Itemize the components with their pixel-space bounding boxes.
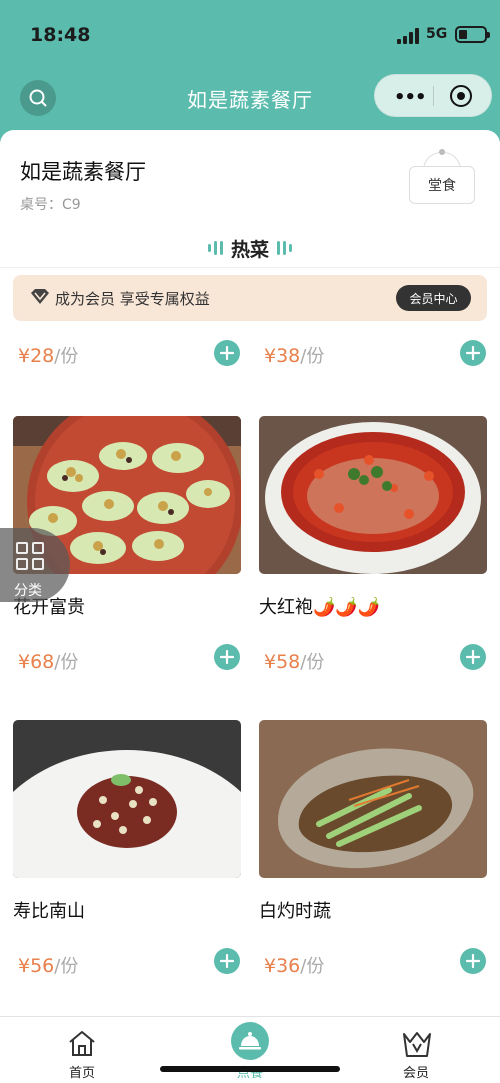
plus-icon xyxy=(220,650,234,664)
currency-symbol: ¥ xyxy=(264,651,277,673)
crown-icon xyxy=(403,1032,431,1057)
battery-icon xyxy=(455,26,490,43)
dish-name: 大红袍🌶️🌶️🌶️ xyxy=(259,597,381,618)
price-amount: 68 xyxy=(30,651,55,673)
network-type: 5G xyxy=(426,26,448,42)
add-to-cart-button[interactable] xyxy=(214,948,240,974)
dish-image[interactable] xyxy=(259,720,487,878)
price: ¥36/份 xyxy=(264,952,324,978)
close-miniprogram-icon[interactable] xyxy=(450,85,472,107)
price-unit: /份 xyxy=(300,346,325,367)
status-time: 18:48 xyxy=(30,24,91,46)
price: ¥38/份 xyxy=(264,342,324,368)
more-icon[interactable]: ••• xyxy=(394,87,427,108)
tab-home[interactable]: 首页 xyxy=(32,1017,132,1083)
price-unit: /份 xyxy=(54,956,79,977)
dish-photo-chili-fish xyxy=(259,416,487,574)
signal-icon xyxy=(397,28,419,44)
currency-symbol: ¥ xyxy=(264,345,277,367)
status-bar: 18:48 5G xyxy=(0,0,500,70)
category-label: 热菜 xyxy=(230,238,269,261)
add-to-cart-button[interactable] xyxy=(460,644,486,670)
price-amount: 36 xyxy=(276,955,301,977)
currency-symbol: ¥ xyxy=(18,651,31,673)
plus-icon xyxy=(220,346,234,360)
dish-photo-bean-salad xyxy=(13,720,241,878)
dish-photo-greens xyxy=(259,720,487,878)
currency-symbol: ¥ xyxy=(18,345,31,367)
currency-symbol: ¥ xyxy=(18,955,31,977)
cloche-icon xyxy=(239,1032,261,1050)
price-amount: 28 xyxy=(30,345,55,367)
price-amount: 58 xyxy=(276,651,301,673)
tab-bars-right-icon xyxy=(277,241,292,255)
member-banner-text: 成为会员 享受专属权益 xyxy=(55,290,210,308)
plus-icon xyxy=(220,954,234,968)
table-number: 桌号：C9 xyxy=(20,197,81,213)
currency-symbol: ¥ xyxy=(264,955,277,977)
diamond-icon xyxy=(31,289,49,304)
dish-image[interactable] xyxy=(259,416,487,574)
add-to-cart-button[interactable] xyxy=(214,644,240,670)
category-tab[interactable]: 热菜 xyxy=(0,230,500,266)
price-unit: /份 xyxy=(300,652,325,673)
price-unit: /份 xyxy=(300,956,325,977)
tab-home-label: 首页 xyxy=(68,1066,95,1081)
tab-member-label: 会员 xyxy=(402,1066,429,1081)
dish-image[interactable] xyxy=(13,720,241,878)
price-unit: /份 xyxy=(54,346,79,367)
tab-bars-left-icon xyxy=(207,241,223,255)
add-to-cart-button[interactable] xyxy=(460,948,486,974)
price: ¥68/份 xyxy=(18,648,78,674)
capsule-divider xyxy=(433,86,434,106)
dish-name: 白灼时蔬 xyxy=(259,901,331,922)
price: ¥28/份 xyxy=(18,342,78,368)
price-amount: 38 xyxy=(276,345,301,367)
price: ¥56/份 xyxy=(18,952,78,978)
sign-pin xyxy=(439,149,445,155)
add-to-cart-button[interactable] xyxy=(214,340,240,366)
order-tab-button[interactable] xyxy=(231,1022,269,1060)
dine-mode-button[interactable]: 堂食 xyxy=(409,166,475,204)
divider xyxy=(0,267,500,268)
plus-icon xyxy=(466,954,480,968)
grid-icon xyxy=(16,542,46,572)
price-amount: 56 xyxy=(30,955,55,977)
member-center-button[interactable]: 会员中心 xyxy=(396,285,471,311)
member-banner[interactable]: 成为会员 享受专属权益 会员中心 xyxy=(13,275,487,321)
category-float-label: 分类 xyxy=(14,583,42,599)
store-name: 如是蔬素餐厅 xyxy=(20,160,146,184)
plus-icon xyxy=(466,346,480,360)
plus-icon xyxy=(466,650,480,664)
home-indicator xyxy=(160,1066,340,1072)
price: ¥58/份 xyxy=(264,648,324,674)
miniprogram-capsule: ••• xyxy=(374,74,492,117)
dish-name: 寿比南山 xyxy=(13,901,85,922)
price-unit: /份 xyxy=(54,652,79,673)
add-to-cart-button[interactable] xyxy=(460,340,486,366)
tab-member[interactable]: 会员 xyxy=(366,1017,466,1083)
main-sheet: 如是蔬素餐厅 桌号：C9 堂食 热菜 成为会员 享受专属权益 会员中心 ¥28/… xyxy=(0,130,500,1083)
home-icon xyxy=(69,1031,95,1056)
